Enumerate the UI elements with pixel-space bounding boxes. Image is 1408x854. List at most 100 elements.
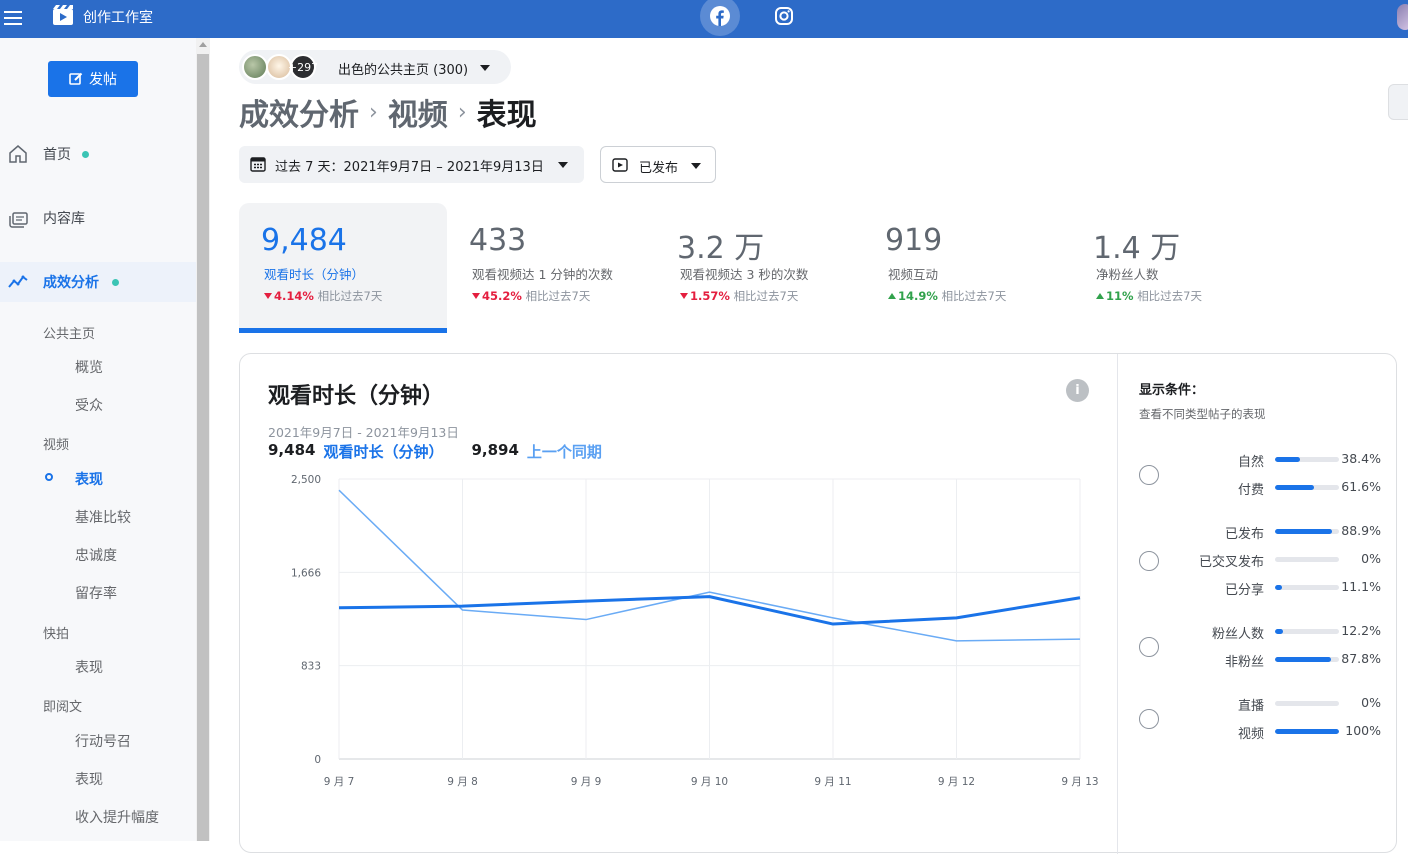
legend-previous-series[interactable]: 上一个同期 [527,441,602,462]
sidebar-group-video: 视频 [43,438,70,453]
filter-row-label: 已分享 [1224,583,1264,598]
metric-change: 11% 相比过去7天 [1096,288,1202,304]
sidebar-item-benchmark[interactable]: 基准比较 [75,507,131,527]
filter-bar-fill [1275,457,1300,462]
metric-tab-3sec-views[interactable]: 3.2 万 观看视频达 3 秒的次数 1.57% 相比过去7天 [655,203,863,333]
filter-radio[interactable] [1139,709,1159,729]
insights-icon [8,275,28,288]
page-selector[interactable]: +297 出色的公共主页 (300) [239,50,511,84]
app-title: 创作工作室 [83,10,153,26]
metric-change-percent: 1.57% [690,289,730,303]
trend-down-icon [264,293,272,299]
sidebar-item-loyalty[interactable]: 忠诚度 [75,545,117,565]
notification-dot [82,150,89,158]
sidebar-item-video-performance[interactable]: 表现 [75,469,103,489]
info-icon[interactable]: i [1066,379,1089,402]
metric-tab-net-followers[interactable]: 1.4 万 净粉丝人数 11% 相比过去7天 [1071,203,1279,333]
sidebar-item-overview[interactable]: 概览 [75,357,103,377]
metric-tab-engagement[interactable]: 919 视频互动 14.9% 相比过去7天 [863,203,1071,333]
filter-bar [1275,701,1339,706]
metric-label: 观看视频达 1 分钟的次数 [472,267,613,282]
filter-row-percent: 12.2% [1341,623,1381,638]
filter-row: 非粉丝 87.8% [1180,651,1390,670]
metric-change-percent: 4.14% [274,289,314,303]
notification-dot [112,278,119,286]
filter-bar-fill [1275,629,1283,634]
y-tick-label: 2,500 [291,474,321,486]
sidebar-item-call-to-action[interactable]: 行动号召 [75,731,131,751]
filter-row-label: 付费 [1237,483,1264,498]
filter-row-percent: 0% [1361,551,1381,566]
sidebar-item-insights[interactable]: 成效分析 [0,262,196,302]
filter-bar-fill [1275,485,1315,490]
filter-bar-fill [1275,529,1332,534]
x-tick-label: 9 月 9 [571,776,602,788]
metric-value: 919 [885,223,943,258]
active-tab-indicator [239,328,447,333]
top-bar: 创作工作室 [0,0,1408,38]
sidebar-item-stories-performance[interactable]: 表现 [75,657,103,677]
filter-bar [1275,457,1339,462]
filter-title: 显示条件： [1139,383,1205,398]
facebook-tab[interactable] [700,0,740,36]
sidebar-group-page: 公共主页 [43,327,96,342]
more-pages-count: +297 [288,54,318,80]
legend-current-series[interactable]: 观看时长（分钟） [323,441,443,462]
create-post-button[interactable]: 发帖 [48,61,138,97]
sidebar-item-articles-performance[interactable]: 表现 [75,769,103,789]
filter-bar [1275,629,1339,634]
profile-avatar[interactable] [1397,4,1408,30]
filter-bar [1275,729,1339,734]
metric-change-percent: 11% [1106,289,1134,303]
sidebar-item-label: 成效分析 [43,275,99,291]
breadcrumb-insights[interactable]: 成效分析 [239,90,359,134]
status-dropdown[interactable]: 已发布 [600,146,716,183]
sidebar-item-audience[interactable]: 受众 [75,395,103,415]
y-tick-label: 833 [301,661,321,673]
metric-tab-1min-views[interactable]: 433 观看视频达 1 分钟的次数 45.2% 相比过去7天 [447,203,655,333]
creator-studio-logo-icon [53,5,73,25]
x-tick-label: 9 月 12 [938,776,975,788]
menu-icon[interactable] [4,8,24,28]
sidebar-item-home[interactable]: 首页 [0,134,196,174]
x-tick-label: 9 月 13 [1061,776,1098,788]
scroll-up-icon[interactable] [199,42,207,47]
sidebar-item-revenue-lift[interactable]: 收入提升幅度 [75,807,159,827]
filter-bar [1275,529,1339,534]
date-range-dropdown[interactable]: 过去 7 天：2021年9月7日 – 2021年9月13日 [239,146,584,183]
filter-bar [1275,585,1339,590]
x-tick-label: 9 月 7 [324,776,355,788]
filter-radio[interactable] [1139,637,1159,657]
filter-row-percent: 11.1% [1341,579,1381,594]
scrollbar-thumb[interactable] [197,54,209,841]
breadcrumb-video[interactable]: 视频 [388,90,448,134]
sidebar-item-library[interactable]: 内容库 [0,198,196,238]
chevron-down-icon [558,162,568,168]
filter-subtitle: 查看不同类型帖子的表现 [1139,407,1266,421]
filter-bar-fill [1275,729,1339,734]
filter-row-label: 非粉丝 [1224,655,1264,670]
x-tick-label: 9 月 8 [447,776,478,788]
filter-row: 已交叉发布 0% [1180,551,1390,570]
page-avatar [242,54,268,80]
date-range-label: 过去 7 天：2021年9月7日 – 2021年9月13日 [275,160,544,175]
sidebar-group-instant-articles: 即阅文 [43,700,83,715]
instagram-icon[interactable] [773,5,795,27]
sidebar-scrollbar[interactable] [196,38,210,841]
filter-radio[interactable] [1139,551,1159,571]
metric-value: 433 [469,223,527,258]
filter-radio[interactable] [1139,465,1159,485]
sidebar: 发帖 首页 内容库 成效分析 公共主页 概览 受众 视频 表现 基准比较 忠诚度… [0,38,196,841]
filter-row-percent: 61.6% [1341,479,1381,494]
filter-bar [1275,557,1339,562]
metric-label: 观看视频达 3 秒的次数 [680,267,809,282]
export-button[interactable] [1388,84,1408,120]
edit-icon [69,72,83,85]
sidebar-item-retention[interactable]: 留存率 [75,583,117,603]
create-post-label: 发帖 [89,72,117,88]
page-title: 表现 [476,98,537,133]
metric-tab-watch-time[interactable]: 9,484 观看时长（分钟） 4.14% 相比过去7天 [239,203,447,333]
filter-bar-fill [1275,657,1332,662]
breadcrumb: 成效分析 › 视频 › 表现 [239,90,537,134]
filter-row: 已分享 11.1% [1180,579,1390,598]
